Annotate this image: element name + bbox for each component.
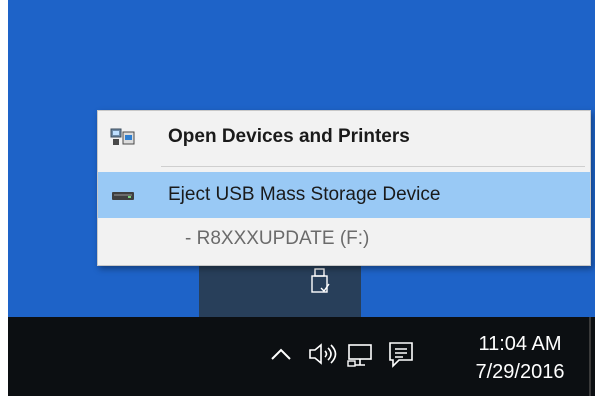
- eject-usb-label: Eject USB Mass Storage Device: [168, 184, 441, 205]
- screenshot-border-bottom: [0, 396, 610, 404]
- screenshot-border-right: [595, 0, 610, 404]
- open-devices-and-printers-item[interactable]: Open Devices and Printers: [98, 114, 590, 160]
- network-icon[interactable]: [346, 339, 378, 369]
- devices-printers-icon: [110, 128, 135, 145]
- open-devices-label: Open Devices and Printers: [168, 126, 410, 147]
- context-menu: Open Devices and Printers Eject USB Mass…: [97, 110, 591, 266]
- desktop: Open Devices and Printers Eject USB Mass…: [8, 0, 595, 396]
- show-desktop-edge[interactable]: [589, 317, 591, 396]
- clock-time: 11:04 AM: [478, 333, 562, 355]
- clock[interactable]: 11:04 AM 7/29/2016: [460, 330, 580, 386]
- chevron-up-icon[interactable]: [270, 346, 292, 362]
- drive-icon: [112, 192, 134, 200]
- taskbar: 11:04 AM 7/29/2016: [8, 317, 595, 396]
- eject-usb-item[interactable]: Eject USB Mass Storage Device: [98, 172, 590, 218]
- drive-entry[interactable]: - R8XXXUPDATE (F:): [185, 228, 369, 250]
- usb-drive-icon[interactable]: [308, 268, 332, 296]
- speaker-icon[interactable]: [306, 339, 338, 369]
- menu-separator: [161, 166, 585, 167]
- action-center-icon[interactable]: [386, 339, 416, 369]
- clock-date: 7/29/2016: [475, 361, 565, 383]
